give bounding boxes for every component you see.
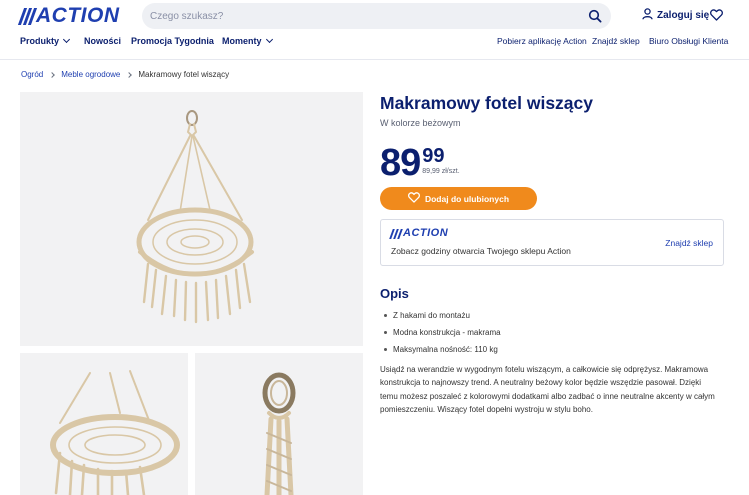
site-header: ACTION Zaloguj się Produkty Nowości Prom…: [0, 0, 749, 60]
breadcrumb-item-ogrod[interactable]: Ogród: [21, 70, 43, 79]
chevron-right-icon: [49, 71, 56, 78]
nav-products-label: Produkty: [20, 36, 60, 46]
price-unit: 89,99 zł/szt.: [422, 168, 460, 175]
product-image-main[interactable]: [20, 92, 363, 346]
nav-promo[interactable]: Promocja Tygodnia: [131, 36, 214, 46]
bullet-icon: [384, 314, 387, 317]
logo-stripes-icon: [17, 7, 38, 25]
search-icon[interactable]: [585, 6, 605, 26]
description-text: Usiądź na werandzie w wygodnym fotelu wi…: [380, 365, 715, 414]
feature-text: Z hakami do montażu: [393, 311, 470, 320]
breadcrumb-current: Makramowy fotel wiszący: [138, 70, 230, 79]
nav-products[interactable]: Produkty: [20, 35, 71, 46]
login-button[interactable]: Zaloguj się: [642, 8, 709, 23]
nav-moments-label: Momenty: [222, 36, 262, 46]
breadcrumb-item-meble[interactable]: Meble ogrodowe: [61, 70, 120, 79]
store-hours-text: Zobacz godziny otwarcia Twojego sklepu A…: [391, 246, 571, 256]
search-input[interactable]: [150, 3, 570, 29]
chevron-down-icon: [265, 35, 273, 44]
heart-icon: [407, 192, 420, 205]
product-title: Makramowy fotel wiszący: [380, 93, 593, 113]
feature-text: Maksymalna nośność: 110 kg: [393, 345, 498, 354]
price-decimal: 99: [422, 145, 445, 167]
logo-text: ACTION: [36, 4, 120, 27]
search-bar: [142, 3, 611, 29]
breadcrumb: Ogród Meble ogrodowe Makramowy fotel wis…: [21, 70, 229, 79]
store-finder-box: ACTION Zobacz godziny otwarcia Twojego s…: [380, 219, 724, 266]
product-image-thumb-1[interactable]: [20, 353, 188, 495]
nav-new[interactable]: Nowości: [84, 36, 121, 46]
nav-app-link[interactable]: Pobierz aplikację Action: [497, 36, 587, 46]
list-item: Modna konstrukcja - makrama: [384, 324, 501, 341]
bullet-icon: [384, 331, 387, 334]
product-price: 89 99 89,99 zł/szt.: [380, 144, 460, 182]
find-store-link[interactable]: Znajdź sklep: [665, 238, 713, 248]
add-to-favorites-label: Dodaj do ulubionych: [424, 193, 510, 204]
nav-find-store-link[interactable]: Znajdź sklep: [592, 36, 640, 46]
nav-moments[interactable]: Momenty: [222, 35, 273, 46]
heart-icon[interactable]: [710, 8, 724, 22]
product-subtitle: W kolorze beżowym: [380, 118, 461, 128]
bullet-icon: [384, 348, 387, 351]
login-label: Zaloguj się: [657, 10, 710, 21]
chevron-right-icon: [126, 71, 133, 78]
main-nav: Produkty Nowości Promocja Tygodnia Momen…: [0, 35, 749, 54]
add-to-favorites-button[interactable]: Dodaj do ulubionych: [380, 187, 537, 210]
store-logo-text: ACTION: [403, 227, 449, 239]
logo-stripes-icon: [389, 228, 403, 239]
feature-list: Z hakami do montażu Modna konstrukcja - …: [384, 307, 501, 358]
action-logo[interactable]: ACTION: [17, 4, 120, 27]
chevron-down-icon: [62, 35, 71, 44]
user-icon: [642, 8, 653, 23]
product-image-thumb-2[interactable]: [195, 353, 363, 495]
feature-text: Modna konstrukcja - makrama: [393, 328, 501, 337]
store-action-logo: ACTION: [389, 227, 449, 239]
description-title: Opis: [380, 286, 409, 301]
nav-support-link[interactable]: Biuro Obsługi Klienta: [649, 36, 728, 46]
list-item: Z hakami do montażu: [384, 307, 501, 324]
list-item: Maksymalna nośność: 110 kg: [384, 341, 501, 358]
price-integer: 89: [380, 142, 421, 184]
